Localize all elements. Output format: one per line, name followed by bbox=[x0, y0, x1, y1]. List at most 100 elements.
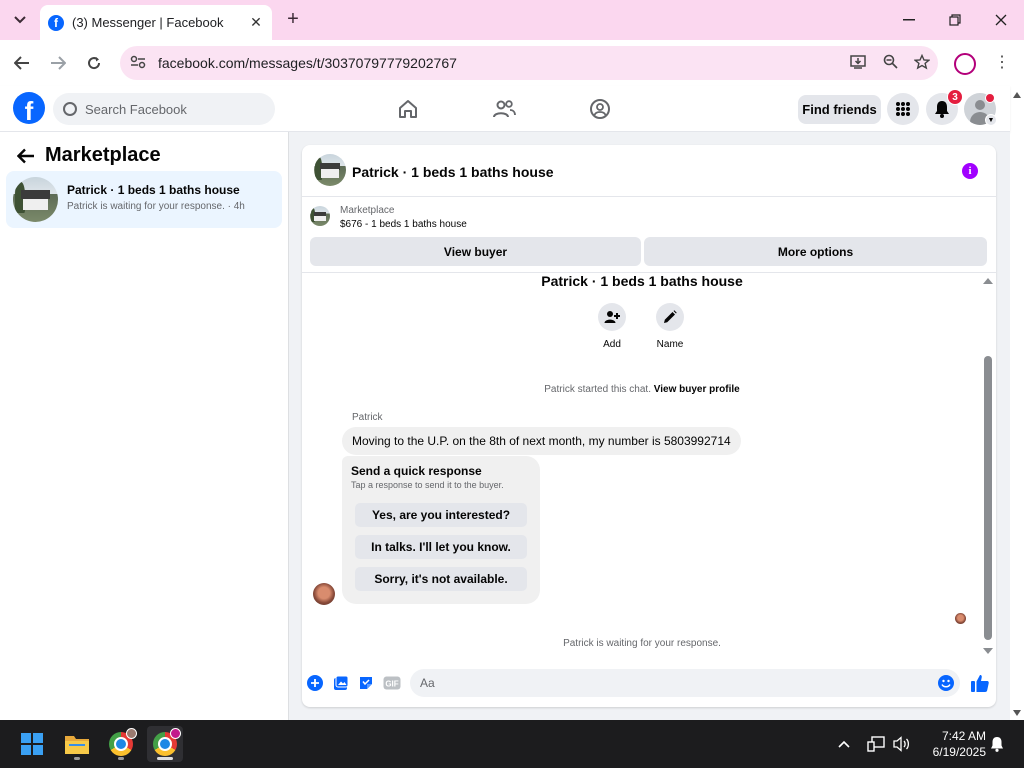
seen-indicator-avatar bbox=[955, 613, 966, 624]
chat-scrollbar[interactable] bbox=[982, 278, 994, 658]
friends-icon[interactable] bbox=[490, 96, 518, 122]
browser-profile-icon[interactable] bbox=[954, 53, 976, 75]
gif-icon[interactable]: GIF bbox=[383, 675, 401, 691]
sender-avatar[interactable] bbox=[313, 583, 335, 605]
minimize-icon[interactable] bbox=[886, 0, 932, 40]
groups-icon[interactable] bbox=[586, 96, 614, 122]
browser-tab[interactable]: f (3) Messenger | Facebook ✕ bbox=[40, 5, 272, 40]
quick-response-title: Send a quick response bbox=[351, 464, 482, 478]
chat-title[interactable]: Patrick · 1 beds 1 baths house bbox=[352, 164, 554, 180]
view-buyer-button[interactable]: View buyer bbox=[310, 237, 641, 266]
marketplace-listing-banner: Marketplace $676 - 1 beds 1 baths house … bbox=[302, 197, 996, 273]
sender-name: Patrick bbox=[352, 412, 383, 423]
more-options-button[interactable]: More options bbox=[644, 237, 987, 266]
site-settings-icon[interactable] bbox=[130, 55, 148, 72]
notification-count-badge: 3 bbox=[947, 89, 963, 105]
facebook-favicon-icon: f bbox=[48, 14, 64, 31]
listing-price[interactable]: $676 - 1 beds 1 baths house bbox=[340, 219, 467, 230]
facebook-logo-icon[interactable]: f bbox=[13, 92, 45, 124]
quick-response-sorry-button[interactable]: Sorry, it's not available. bbox=[355, 567, 527, 591]
tab-search-chevron-icon[interactable] bbox=[8, 8, 32, 32]
info-icon[interactable]: i bbox=[962, 163, 978, 179]
sticker-icon[interactable] bbox=[358, 675, 374, 691]
conversation-preview: Patrick is waiting for your response. · … bbox=[67, 201, 245, 212]
banner-listing-thumbnail[interactable] bbox=[310, 206, 330, 226]
active-indicator bbox=[157, 757, 173, 760]
conversation-item[interactable]: Patrick · 1 beds 1 baths house Patrick i… bbox=[6, 171, 282, 228]
system-clock[interactable]: 7:42 AM 6/19/2025 bbox=[918, 728, 986, 760]
new-tab-plus-icon[interactable]: + bbox=[282, 8, 304, 30]
pencil-icon[interactable] bbox=[656, 303, 684, 331]
search-icon bbox=[63, 102, 77, 116]
taskbar-chrome-1[interactable] bbox=[103, 726, 139, 762]
quick-response-card: Send a quick response Tap a response to … bbox=[342, 456, 540, 604]
scroll-down-arrow-icon[interactable] bbox=[983, 648, 993, 654]
close-window-icon[interactable] bbox=[978, 0, 1024, 40]
sidebar-title: Marketplace bbox=[45, 144, 161, 166]
add-person-icon[interactable] bbox=[598, 303, 626, 331]
install-app-icon[interactable] bbox=[842, 54, 874, 72]
photo-icon[interactable] bbox=[333, 675, 349, 691]
quick-response-subtitle: Tap a response to send it to the buyer. bbox=[351, 480, 504, 490]
taskbar-chrome-2[interactable] bbox=[147, 726, 183, 762]
quick-response-talks-button[interactable]: In talks. I'll let you know. bbox=[355, 535, 527, 559]
add-action[interactable]: Add bbox=[582, 303, 642, 350]
waiting-notice: Patrick is waiting for your response. bbox=[563, 638, 721, 649]
message-input[interactable] bbox=[410, 669, 960, 697]
marketplace-label: Marketplace bbox=[340, 205, 395, 216]
chat-header: Patrick · 1 beds 1 baths house i bbox=[302, 145, 996, 197]
facebook-header: f Find friends bbox=[0, 86, 1010, 132]
restore-icon[interactable] bbox=[932, 0, 978, 40]
reload-icon[interactable] bbox=[81, 50, 107, 76]
message-composer: GIF bbox=[302, 659, 996, 707]
scrollbar-thumb[interactable] bbox=[984, 356, 992, 640]
started-text: Patrick started this chat. bbox=[544, 384, 651, 395]
search-box[interactable] bbox=[53, 93, 275, 125]
name-action[interactable]: Name bbox=[640, 303, 700, 350]
forward-arrow-icon[interactable] bbox=[45, 50, 71, 76]
page-scroll-up-icon[interactable] bbox=[1013, 92, 1021, 98]
plus-circle-icon[interactable] bbox=[307, 675, 323, 691]
running-indicator bbox=[74, 757, 80, 760]
back-arrow-icon[interactable] bbox=[9, 50, 35, 76]
page-scroll-down-icon[interactable] bbox=[1013, 710, 1021, 716]
thumbs-up-icon[interactable] bbox=[970, 673, 990, 693]
avatar-status-dot bbox=[985, 93, 995, 103]
tab-close-icon[interactable]: ✕ bbox=[248, 14, 264, 31]
clock-date: 6/19/2025 bbox=[932, 745, 986, 759]
menu-grid-icon[interactable] bbox=[887, 93, 919, 125]
url-text[interactable]: facebook.com/messages/t/3037079777920276… bbox=[158, 55, 842, 71]
windows-logo-icon bbox=[21, 733, 43, 755]
emoji-icon[interactable] bbox=[938, 675, 954, 691]
tray-chevron-up-icon[interactable] bbox=[836, 736, 852, 752]
search-input[interactable] bbox=[85, 101, 255, 117]
chat-listing-thumbnail[interactable] bbox=[314, 154, 346, 186]
back-arrow-icon[interactable] bbox=[14, 144, 38, 168]
clock-time: 7:42 AM bbox=[941, 729, 986, 743]
taskbar-file-explorer[interactable] bbox=[59, 726, 95, 762]
view-buyer-profile-link[interactable]: View buyer profile bbox=[654, 384, 740, 395]
zoom-out-icon[interactable] bbox=[874, 54, 906, 72]
network-icon[interactable] bbox=[866, 736, 886, 752]
scroll-up-arrow-icon[interactable] bbox=[983, 278, 993, 284]
notification-bell-icon[interactable] bbox=[988, 736, 1006, 752]
bookmark-star-icon[interactable] bbox=[906, 53, 938, 73]
start-button[interactable] bbox=[14, 726, 50, 762]
address-bar[interactable]: facebook.com/messages/t/3037079777920276… bbox=[120, 46, 938, 80]
add-label: Add bbox=[603, 339, 621, 350]
chat-window: Patrick · 1 beds 1 baths house i Marketp… bbox=[302, 145, 996, 707]
listing-thumbnail bbox=[13, 177, 58, 222]
volume-icon[interactable] bbox=[892, 736, 912, 752]
profile-badge-icon bbox=[170, 728, 181, 739]
message-bubble[interactable]: Moving to the U.P. on the 8th of next mo… bbox=[342, 427, 741, 455]
home-icon[interactable] bbox=[394, 96, 422, 122]
profile-badge-icon bbox=[126, 728, 137, 739]
gif-text: GIF bbox=[385, 680, 398, 689]
account-chevron-icon[interactable]: ▼ bbox=[985, 114, 997, 126]
quick-response-yes-button[interactable]: Yes, are you interested? bbox=[355, 503, 527, 527]
avatar-head bbox=[975, 100, 985, 110]
running-indicator bbox=[118, 757, 124, 760]
name-label: Name bbox=[656, 339, 684, 350]
browser-menu-icon[interactable]: ⋮ bbox=[994, 52, 1010, 74]
find-friends-button[interactable]: Find friends bbox=[798, 95, 881, 124]
